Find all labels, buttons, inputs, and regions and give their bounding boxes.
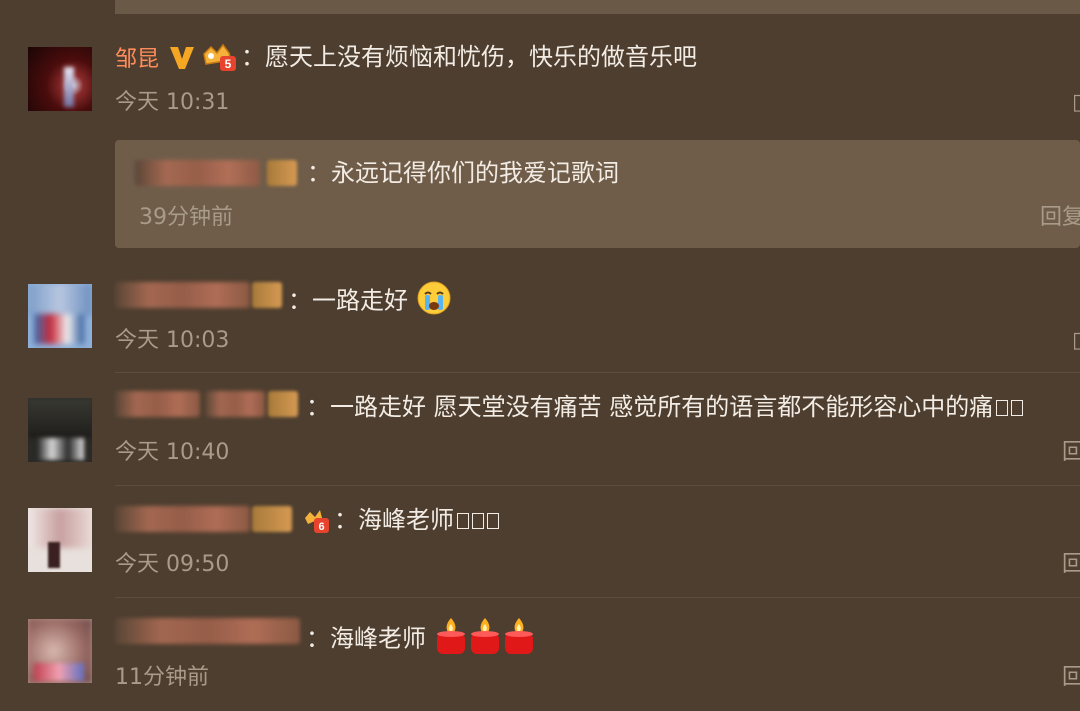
avatar[interactable] (28, 508, 92, 572)
candle-emoji (468, 616, 502, 663)
svg-text:6: 6 (318, 521, 324, 533)
divider (115, 485, 1080, 486)
avatar[interactable] (28, 47, 92, 111)
avatar[interactable] (28, 398, 92, 462)
username-link[interactable]: 邹昆 (115, 41, 159, 73)
blurred-username[interactable] (135, 160, 260, 186)
missing-glyph-icon (487, 513, 499, 529)
missing-glyph-icon (1011, 400, 1024, 416)
divider (115, 597, 1080, 598)
comment-time: 今天 10:03 (115, 328, 230, 353)
comment-text: ：海峰老师 (334, 505, 499, 535)
comment-time: 今天 09:50 (115, 552, 230, 577)
comment-time: 11分钟前 (115, 665, 209, 690)
verified-v-icon (167, 42, 197, 72)
blurred-badge (267, 160, 297, 186)
reply-button[interactable]: 回 (1062, 551, 1080, 579)
avatar[interactable] (28, 619, 92, 683)
reply-box: ：永远记得你们的我爱记歌词 39分钟前 回复 (115, 140, 1080, 248)
comment-text: ：海峰老师 (306, 616, 536, 663)
blurred-username-2 (205, 391, 265, 417)
blurred-username[interactable] (115, 618, 300, 644)
blurred-username[interactable] (115, 391, 200, 417)
vip-badge-icon: 6 (302, 506, 330, 538)
comment-text: ：一路走好 愿天堂没有痛苦 感觉所有的语言都不能形容心中的痛 (306, 392, 1024, 422)
svg-text:5: 5 (225, 57, 232, 71)
blurred-badge (252, 282, 282, 308)
candle-emoji (502, 616, 536, 663)
crying-face-emoji (416, 280, 452, 323)
vip-crown-icon: 5 (201, 42, 237, 72)
blurred-badge (252, 506, 292, 532)
comment-text: ：愿天上没有烦恼和忧伤，快乐的做音乐吧 (241, 43, 698, 71)
divider (115, 372, 1080, 373)
missing-glyph-icon (996, 400, 1009, 416)
reply-button[interactable]: 回 (1062, 664, 1080, 692)
comment-time: 今天 10:31 (115, 90, 230, 115)
missing-glyph-icon (472, 513, 484, 529)
avatar[interactable] (28, 284, 92, 348)
missing-glyph-icon (457, 513, 469, 529)
candle-emoji (434, 616, 468, 663)
reply-text: ：永远记得你们的我爱记歌词 (307, 159, 619, 187)
reply-button[interactable]: 回 (1062, 439, 1080, 467)
comment-author: 邹昆 5 ：愿天上没有烦恼和忧伤，快乐的做音乐吧 (115, 42, 697, 72)
blurred-badge (268, 391, 298, 417)
blurred-username[interactable] (115, 282, 250, 308)
reply-button[interactable]: 回复 (1040, 204, 1080, 232)
reply-button-partial[interactable]: ▯ (1072, 327, 1080, 355)
reply-button-partial[interactable]: ▯ (1072, 89, 1080, 117)
reply-time: 39分钟前 (139, 205, 233, 230)
blurred-username[interactable] (115, 506, 250, 532)
comment-time: 今天 10:40 (115, 440, 230, 465)
comment-text: ：一路走好 (288, 280, 452, 323)
top-bar (115, 0, 1080, 14)
